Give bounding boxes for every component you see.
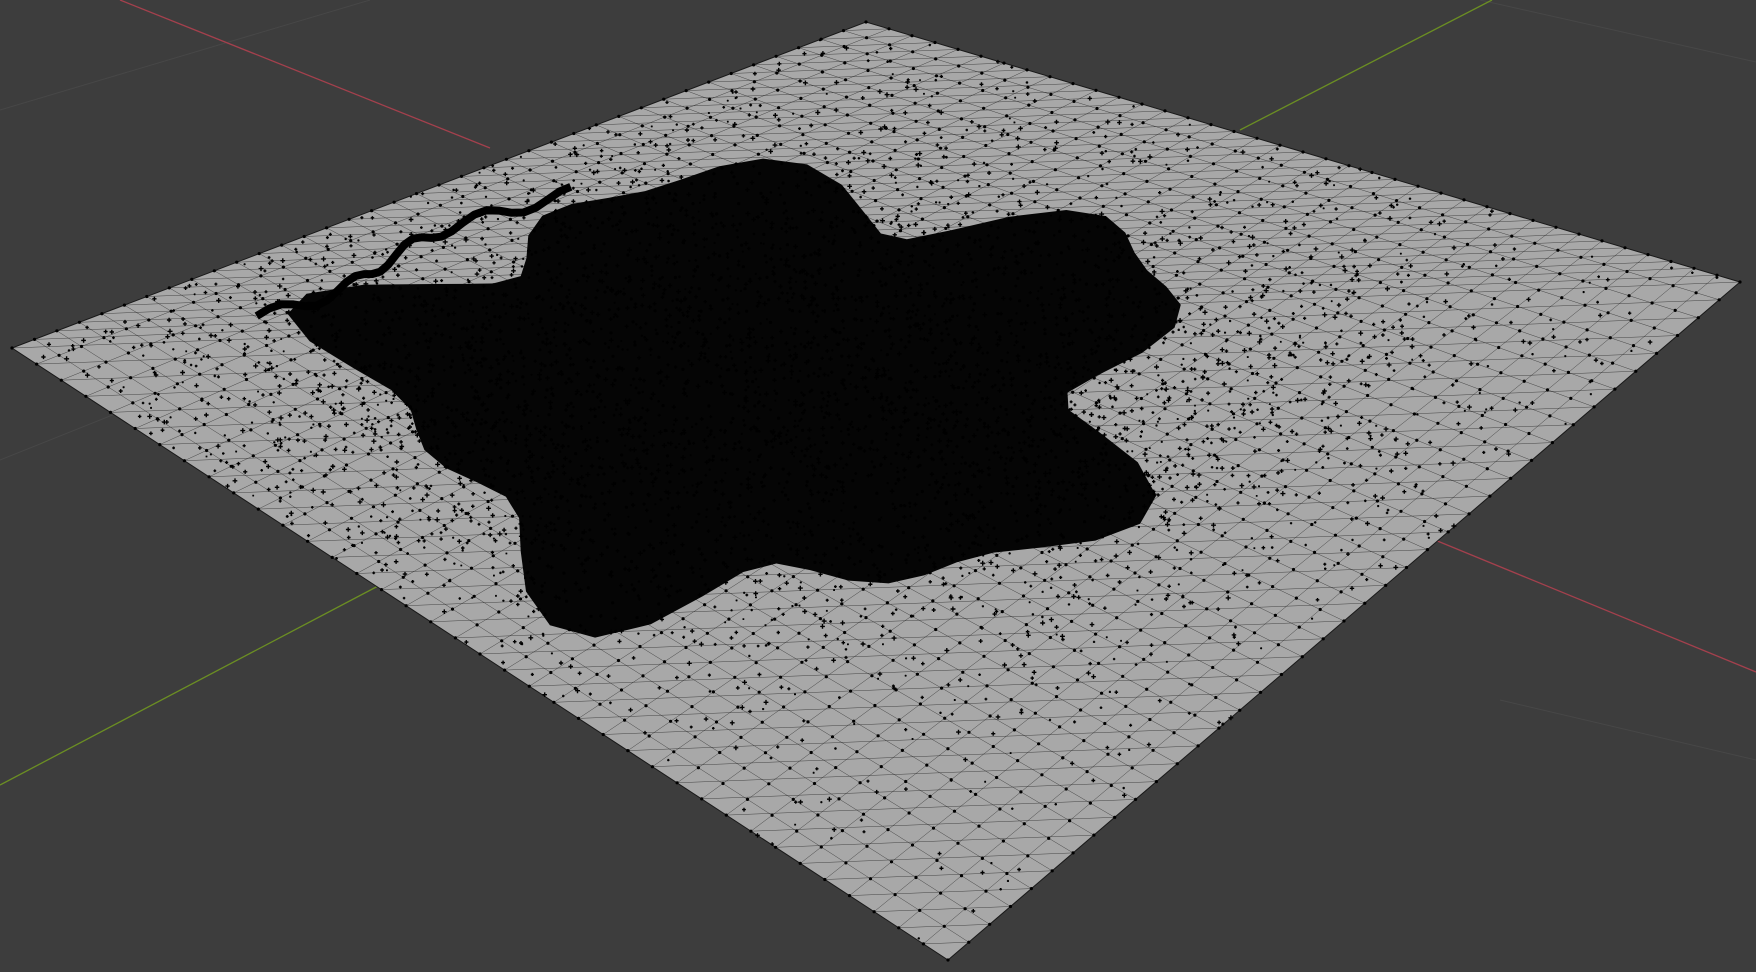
3d-viewport[interactable] (0, 0, 1756, 972)
grid-line (1479, 0, 1756, 63)
viewport-canvas[interactable] (0, 0, 1756, 972)
y-axis-line-near (0, 584, 381, 786)
grid-line (1499, 699, 1756, 761)
grid-line (0, 0, 371, 111)
x-axis-line-near (1434, 539, 1756, 673)
terrain-mesh[interactable] (10, 20, 1742, 962)
x-axis-line (119, 0, 491, 149)
y-axis-line (1239, 0, 1493, 131)
